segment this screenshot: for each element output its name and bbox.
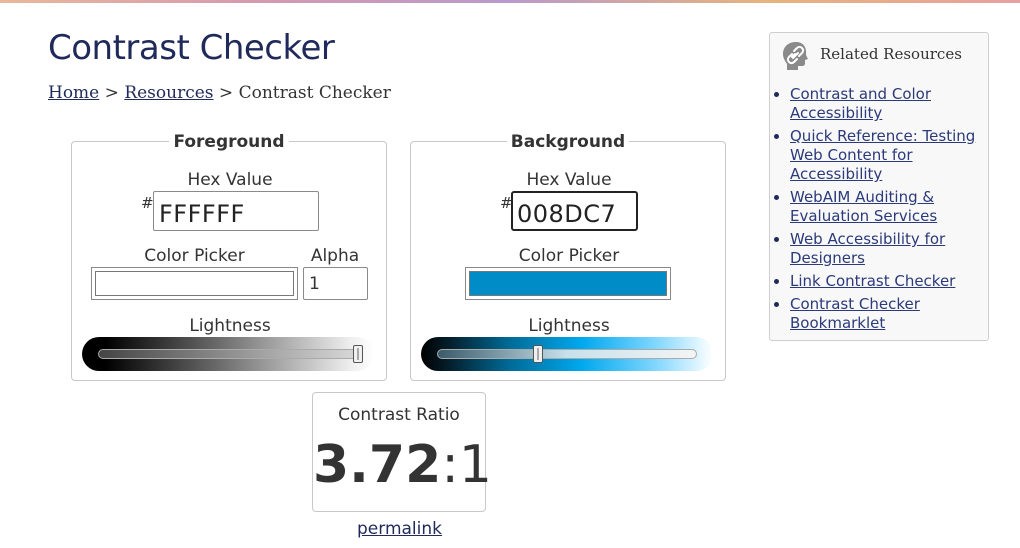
contrast-ratio-suffix: :1 [441,435,492,495]
contrast-ratio-box: Contrast Ratio 3.72:1 [312,392,492,512]
breadcrumb-separator: > [218,83,234,103]
contrast-ratio-value: 3.72:1 [313,435,492,495]
page-title: Contrast Checker [48,28,335,68]
background-lightness-thumb[interactable] [533,345,544,363]
background-color-swatch [469,271,667,296]
foreground-lightness-track [98,349,358,359]
contrast-ratio-label: Contrast Ratio [338,405,460,425]
background-lightness-label: Lightness [528,316,610,336]
background-lightness-track [437,349,697,359]
alpha-label: Alpha [310,246,360,266]
background-color-picker[interactable] [465,267,671,300]
link-head-icon [783,42,808,70]
resource-link[interactable]: Contrast and Color Accessibility [790,85,931,122]
foreground-hex-input[interactable]: FFFFFF [153,191,319,231]
foreground-legend: Foreground [72,130,386,154]
contrast-ratio-number: 3.72 [313,435,442,495]
foreground-panel: Foreground Hex Value # FFFFFF Color Pick… [71,132,387,381]
background-legend: Background [411,130,725,154]
resource-link[interactable]: Web Accessibility for Designers [790,230,945,267]
alpha-input[interactable]: 1 [303,267,368,300]
foreground-picker-label: Color Picker [144,246,245,266]
breadcrumb-resources-link[interactable]: Resources [124,83,213,103]
foreground-lightness-thumb[interactable] [353,345,363,363]
related-resources-title: Related Resources [820,45,962,63]
list-item: Contrast and Color Accessibility [790,85,979,123]
foreground-color-swatch [95,271,294,296]
resource-link[interactable]: Contrast Checker Bookmarklet [790,295,920,332]
breadcrumb-home-link[interactable]: Home [48,83,99,103]
foreground-lightness-label: Lightness [189,316,271,336]
list-item: Web Accessibility for Designers [790,230,979,268]
foreground-hash-symbol: # [141,194,154,212]
permalink-link[interactable]: permalink [357,519,442,539]
related-resources-list: Contrast and Color Accessibility Quick R… [774,85,979,337]
background-hex-label: Hex Value [526,170,612,190]
resource-link[interactable]: WebAIM Auditing & Evaluation Services [790,188,937,225]
breadcrumb: Home > Resources > Contrast Checker [48,83,391,103]
list-item: Contrast Checker Bookmarklet [790,295,979,333]
resource-link[interactable]: Link Contrast Checker [790,272,955,290]
breadcrumb-current: Contrast Checker [238,83,391,103]
list-item: WebAIM Auditing & Evaluation Services [790,188,979,226]
background-lightness-slider[interactable] [421,337,713,371]
resource-link[interactable]: Quick Reference: Testing Web Content for… [790,127,975,183]
foreground-lightness-slider[interactable] [82,337,374,371]
breadcrumb-separator: > [104,83,119,103]
foreground-color-picker[interactable] [91,267,298,300]
foreground-hex-label: Hex Value [187,170,273,190]
background-picker-label: Color Picker [518,246,620,266]
list-item: Link Contrast Checker [790,272,979,291]
top-accent-bar [0,0,1020,3]
related-resources-box: Related Resources Contrast and Color Acc… [769,32,989,341]
background-panel: Background Hex Value # 008DC7 Color Pick… [410,132,726,381]
background-hex-input[interactable]: 008DC7 [511,191,638,231]
list-item: Quick Reference: Testing Web Content for… [790,127,979,184]
